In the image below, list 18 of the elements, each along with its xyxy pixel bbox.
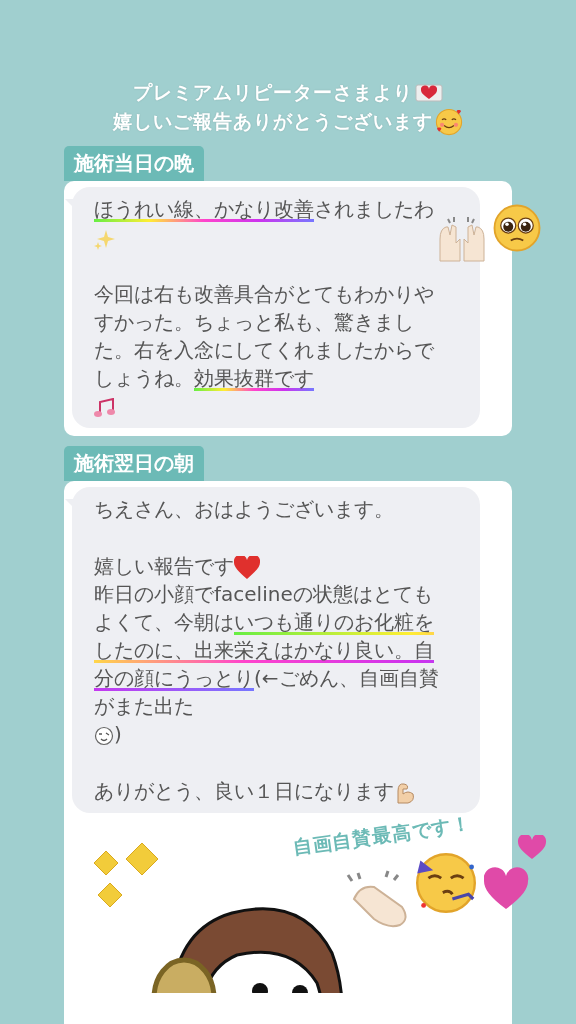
partying-face-icon	[414, 851, 478, 915]
message-text: ありがとう、良い１日になります	[94, 778, 394, 805]
flexed-arm-icon	[394, 780, 416, 805]
heart-icon	[234, 555, 260, 580]
message-text: 今回は右も改善具合がとてもわかりやすかった。ちょっと私も、驚きました。右を入念にしてくれましたからでしょうね。効果抜群です	[94, 281, 435, 392]
winking-face-icon	[94, 725, 114, 746]
section-label: 施術翌日の朝	[64, 446, 204, 481]
section-label: 施術当日の晩	[64, 146, 204, 181]
hearts-icon	[484, 835, 548, 911]
music-notes-icon	[94, 397, 116, 418]
message-text: ほうれい線、かなり改善されましたわ	[94, 196, 434, 223]
message-text: ちえさん、おはようございます。	[94, 496, 394, 523]
message-text: 嬉しい報告です	[94, 553, 234, 580]
header-subtitle: 嬉しいご報告ありがとうございます	[113, 109, 433, 134]
message-text: )	[114, 721, 122, 748]
sticker-caption: 自画自賛最高です！	[291, 810, 473, 861]
header-title: プレミアムリピーターさまより	[133, 80, 413, 105]
smiling-face-with-hearts-icon	[435, 108, 463, 136]
